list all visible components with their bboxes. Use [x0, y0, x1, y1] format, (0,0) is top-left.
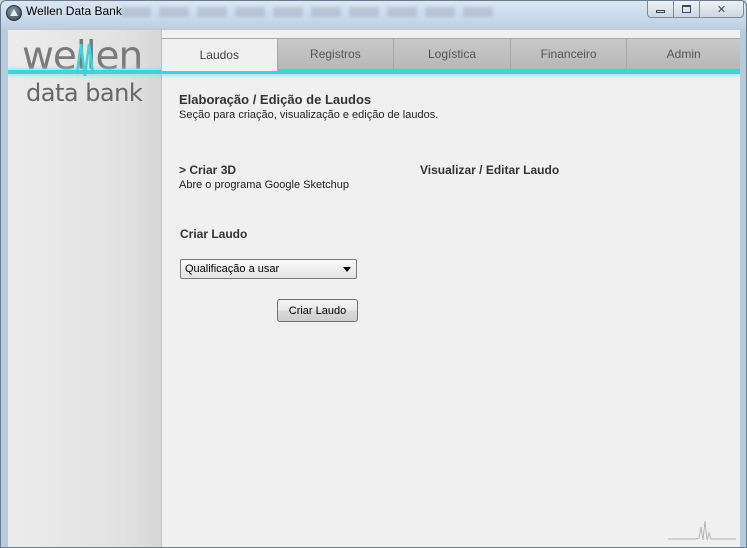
- page-title: Elaboração / Edição de Laudos: [179, 92, 372, 107]
- title-bar[interactable]: Wellen Data Bank ✕: [1, 1, 746, 31]
- pulse-line-icon: [53, 43, 133, 77]
- minimize-icon: [656, 9, 665, 13]
- logo-data-bank: data bank: [26, 79, 143, 107]
- sidebar: wellen data bank: [8, 30, 162, 547]
- main-content: Elaboração / Edição de Laudos Seção para…: [178, 30, 738, 547]
- maximize-button[interactable]: [674, 1, 700, 18]
- maximize-icon: [682, 5, 691, 13]
- qualificacao-select-value: Qualificação a usar: [185, 263, 280, 275]
- close-button[interactable]: ✕: [700, 1, 744, 18]
- criar-laudo-button[interactable]: Criar Laudo: [277, 299, 358, 322]
- window-controls: ✕: [647, 1, 744, 18]
- criar-3d-link[interactable]: > Criar 3D: [179, 163, 236, 177]
- page-subtitle: Seção para criação, visualização e ediçã…: [179, 109, 439, 121]
- waveform-icon: [668, 520, 736, 541]
- app-window: Wellen Data Bank ✕ wellen data bank Laud…: [0, 0, 747, 548]
- criar-laudo-heading: Criar Laudo: [180, 227, 248, 241]
- criar-3d-description: Abre o programa Google Sketchup: [179, 179, 349, 191]
- dropdown-arrow-icon: [343, 267, 351, 272]
- app-icon[interactable]: [6, 5, 22, 21]
- window-title: Wellen Data Bank: [26, 4, 122, 18]
- visualizar-editar-link[interactable]: Visualizar / Editar Laudo: [420, 163, 559, 177]
- background-window-blur: [121, 7, 501, 17]
- close-icon: ✕: [716, 3, 727, 16]
- qualificacao-select[interactable]: Qualificação a usar: [180, 259, 357, 279]
- minimize-button[interactable]: [647, 1, 674, 18]
- client-area: wellen data bank Laudos Registros Logíst…: [8, 30, 740, 547]
